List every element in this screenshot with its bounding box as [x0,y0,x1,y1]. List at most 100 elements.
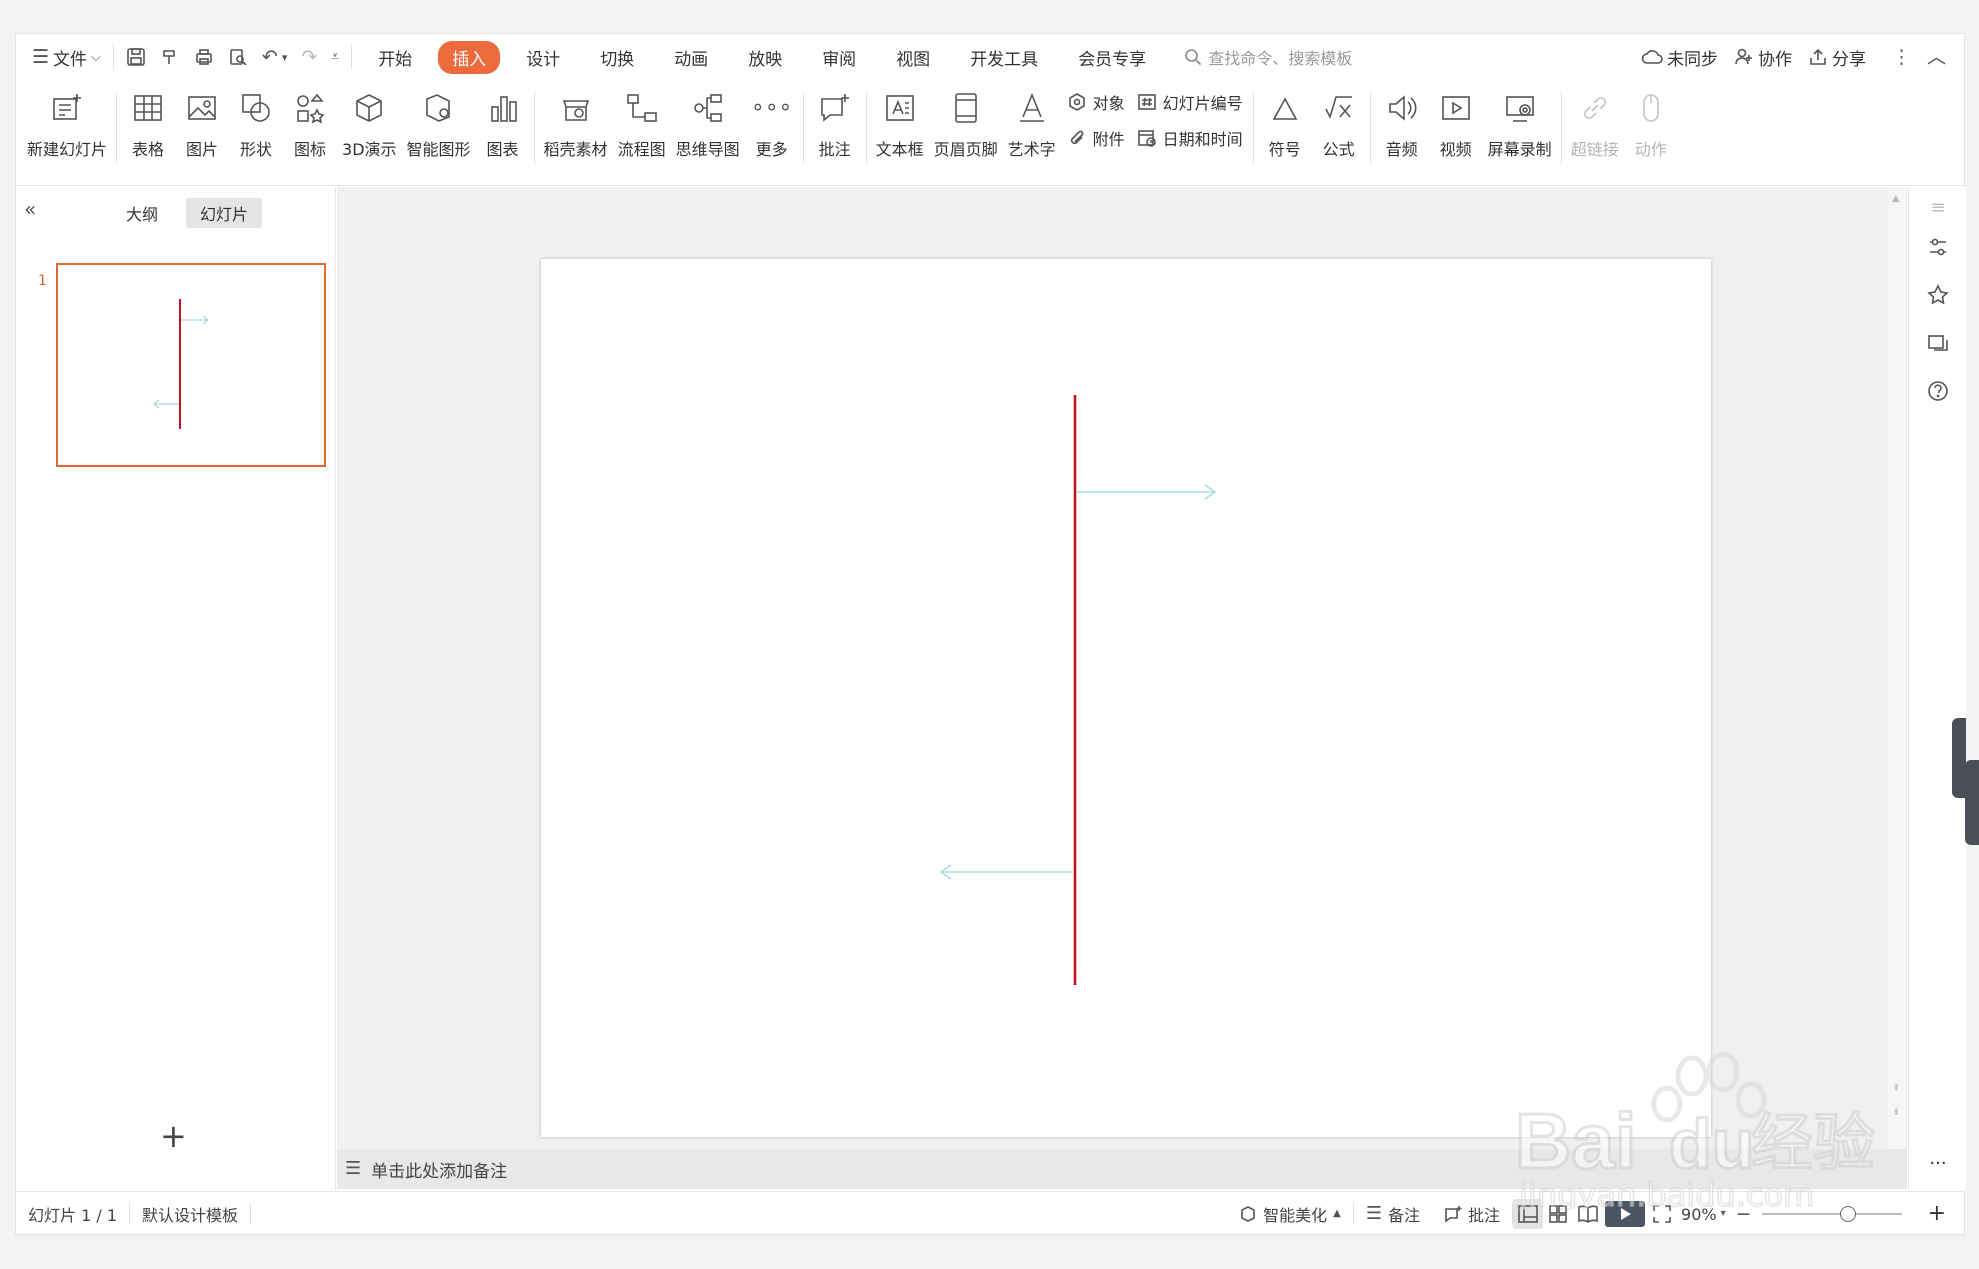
divider [865,92,867,164]
slide-switch-icon[interactable] [1924,329,1952,357]
undo-dropdown-icon[interactable]: ▾ [282,52,288,63]
zoom-slider[interactable] [1761,1206,1902,1222]
customize-toolbar-icon[interactable]: ⩡ [331,50,339,64]
tab-outline[interactable]: 大纲 [112,198,172,228]
flowchart-button[interactable]: 流程图 [613,86,671,160]
next-slide-icon[interactable]: ⇟ [1892,1107,1900,1118]
hyperlink-button[interactable]: 超链接 [1566,86,1624,160]
mindmap-button[interactable]: 思维导图 [671,86,745,160]
menu-bar: ☰ 文件 ⌵ ↶ ▾ ↷ ⩡ 开始 插入 设计 切换 动画 放映 审阅 视图 开… [16,34,1964,80]
collapse-panel-icon[interactable]: « [24,197,36,221]
3d-button[interactable]: 3D演示 [337,86,402,160]
attachment-label: 附件 [1092,130,1125,149]
wordart-button[interactable]: 艺术字 [1003,86,1061,160]
slide-editor-canvas [337,187,1907,1149]
zoom-in-icon[interactable]: + [1928,1203,1946,1225]
notes-toggle-button[interactable]: ☰ 备注 [1354,1202,1432,1226]
attachment-button[interactable]: 附件 [1067,126,1125,150]
table-label: 表格 [132,140,165,159]
audio-button[interactable]: 音频 [1375,86,1429,160]
zoom-dropdown-icon[interactable]: ▾ [1721,1209,1726,1219]
slide-thumbnail[interactable] [56,263,326,467]
screen-record-icon [1505,96,1534,122]
search-icon [1185,49,1202,66]
floating-edge-tab[interactable] [1952,718,1966,798]
tab-slides[interactable]: 幻灯片 [186,198,263,228]
tab-view[interactable]: 视图 [882,41,944,74]
window-commands: 未同步 协作 分享 ⋮ ︿ [1641,45,1964,70]
mindmap-label: 思维导图 [675,140,740,159]
more-vertical-icon[interactable]: ⋮ [1892,47,1911,67]
smart-beautify-button[interactable]: 智能美化 ▲ [1227,1202,1353,1226]
comment-button[interactable]: 批注 [808,86,862,160]
tab-insert[interactable]: 插入 [438,40,501,74]
baidu-jingyan-watermark: Bai du 经验 jingyan.baidu.com [1515,1051,1875,1210]
collapse-ribbon-icon[interactable]: ︿ [1927,47,1946,67]
object-button[interactable]: 对象 [1067,90,1125,114]
scroll-up-icon[interactable]: ▲ [1892,193,1900,204]
smartart-label: 智能图形 [406,140,471,159]
notes-toggle-label: 备注 [1388,1206,1421,1225]
print-preview-icon[interactable] [228,47,248,67]
tab-slideshow[interactable]: 放映 [734,41,796,74]
star-animation-icon[interactable] [1924,281,1952,309]
slide-thumbnail-number: 1 [38,273,47,289]
divider [116,92,118,164]
calendar-clock-icon [1137,130,1156,147]
divider [1252,92,1254,164]
slide-1[interactable] [541,259,1711,1137]
3d-label: 3D演示 [342,140,397,159]
table-button[interactable]: 表格 [121,86,175,160]
icon-label: 图标 [294,140,327,159]
undo-icon[interactable]: ↶ [262,47,278,67]
help-icon[interactable] [1924,377,1952,405]
formula-label: 公式 [1322,140,1355,159]
tab-review[interactable]: 审阅 [808,41,870,74]
tab-member[interactable]: 会员专享 [1064,41,1160,74]
tab-home[interactable]: 开始 [364,41,426,74]
tab-transitions[interactable]: 切换 [586,41,648,74]
header-footer-button[interactable]: 页眉页脚 [929,86,1003,160]
header-footer-label: 页眉页脚 [933,140,998,159]
smartart-button[interactable]: 智能图形 [402,86,476,160]
textbox-icon [885,95,914,121]
formula-button[interactable]: 公式 [1312,86,1366,160]
comment-toggle-button[interactable]: 批注 [1432,1202,1512,1226]
tab-developer[interactable]: 开发工具 [956,41,1052,74]
file-menu[interactable]: ☰ 文件 ⌵ [26,45,107,70]
symbol-button[interactable]: 符号 [1258,86,1312,160]
icon-button[interactable]: 图标 [283,86,337,160]
sync-button[interactable]: 未同步 [1641,45,1718,70]
design-template[interactable]: 默认设计模板 [130,1202,250,1226]
format-painter-icon[interactable] [160,47,180,67]
new-slide-button[interactable]: 新建幻灯片 [22,86,112,160]
shape-button[interactable]: 形状 [229,86,283,160]
notes-icon: ☰ [1365,1203,1383,1224]
floating-edge-tab-2[interactable] [1965,760,1979,845]
more-horizontal-icon[interactable]: ··· [1924,1149,1952,1177]
command-search[interactable]: 查找命令、搜索模板 [1184,45,1352,69]
tab-animations[interactable]: 动画 [660,41,722,74]
divider [351,45,353,69]
vertical-scrollbar[interactable]: ▲ ⇞ ⇟ [1888,187,1906,1149]
slide-number-button[interactable]: 幻灯片编号 [1137,90,1243,114]
video-button[interactable]: 视频 [1429,86,1483,160]
cube-icon [356,94,383,122]
screen-record-button[interactable]: 屏幕录制 [1483,86,1557,160]
action-button[interactable]: 动作 [1624,86,1678,160]
tab-design[interactable]: 设计 [512,41,574,74]
prev-slide-icon[interactable]: ⇞ [1892,1083,1900,1094]
picture-button[interactable]: 图片 [175,86,229,160]
save-icon[interactable] [126,47,146,67]
print-icon[interactable] [194,47,214,67]
properties-icon[interactable] [1924,233,1952,261]
collaborate-button[interactable]: 协作 [1734,45,1792,70]
chart-button[interactable]: 图表 [476,86,530,160]
redo-icon[interactable]: ↷ [301,47,317,67]
more-button[interactable]: ∘∘∘ 更多 [745,86,799,160]
share-button[interactable]: 分享 [1808,45,1866,70]
textbox-button[interactable]: 文本框 [871,86,929,160]
add-slide-icon[interactable]: + [160,1117,187,1155]
daoke-button[interactable]: 稻壳素材 [539,86,613,160]
datetime-button[interactable]: 日期和时间 [1137,126,1243,150]
